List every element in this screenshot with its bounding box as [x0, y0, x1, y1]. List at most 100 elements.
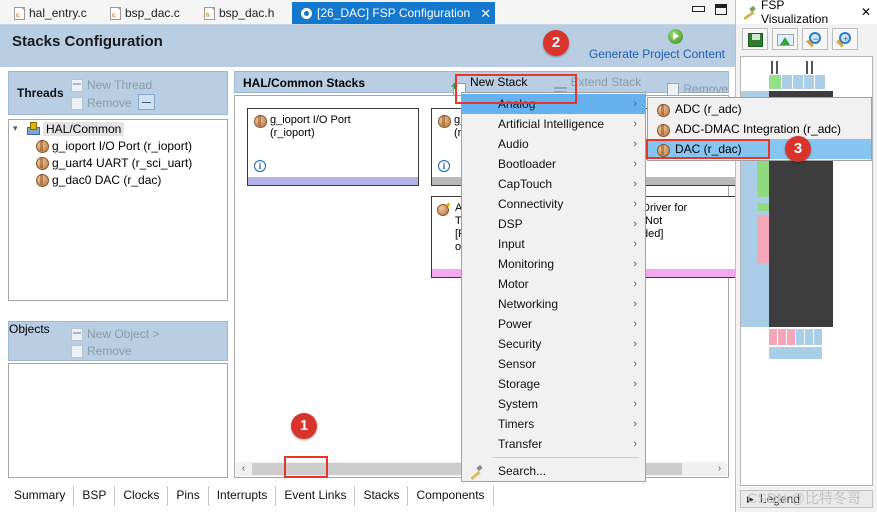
menu-item-dsp[interactable]: DSP › [462, 214, 645, 234]
remove-object-icon [71, 344, 83, 358]
menu-item-analog[interactable]: Analog › [462, 94, 645, 114]
editor-tab-bsp-dac-h[interactable]: h bsp_dac.h [196, 2, 282, 24]
module-icon [656, 123, 670, 137]
menu-item-label: Timers [498, 417, 535, 431]
tab-clocks[interactable]: Clocks [115, 486, 169, 506]
editor-tab-bsp-dac-c[interactable]: c bsp_dac.c [102, 2, 188, 24]
menu-item-connectivity[interactable]: Connectivity › [462, 194, 645, 214]
menu-item-label: Motor [498, 277, 529, 291]
menu-item-label: Bootloader [498, 157, 557, 171]
tab-components[interactable]: Components [408, 486, 494, 506]
generate-project-content-link[interactable]: Generate Project Content [589, 47, 725, 61]
chevron-right-icon: › [633, 378, 637, 390]
info-icon[interactable]: i [254, 160, 266, 172]
tree-item-g-uart4[interactable]: g_uart4 UART (r_sci_uart) [9, 154, 227, 171]
menu-item-label: Search... [498, 464, 547, 478]
editor-tab-hal-entry[interactable]: c hal_entry.c [6, 2, 95, 24]
module-icon [437, 114, 451, 128]
h-file-icon: h [204, 6, 215, 20]
new-thread-icon [71, 78, 83, 92]
chevron-right-icon: › [633, 398, 637, 410]
maximize-icon[interactable] [715, 4, 727, 15]
new-thread-button[interactable]: New Thread [71, 78, 152, 92]
close-icon[interactable]: ✕ [480, 7, 491, 20]
minimize-icon[interactable] [692, 4, 705, 14]
annotation-badge-1: 1 [291, 413, 317, 439]
submenu-item-adc[interactable]: ADC (r_adc) [648, 99, 871, 119]
stacks-title: HAL/Common Stacks [243, 76, 366, 90]
menu-item-bootloader[interactable]: Bootloader › [462, 154, 645, 174]
menu-item-label: Power [498, 317, 533, 331]
tab-summary[interactable]: Summary [6, 486, 75, 506]
chip-bottom-pins [769, 329, 849, 365]
tab-stacks[interactable]: Stacks [355, 486, 409, 506]
menu-item-audio[interactable]: Audio › [462, 134, 645, 154]
menu-separator [492, 457, 639, 458]
editor-tab-bar: c hal_entry.c c bsp_dac.c h bsp_dac.h [2… [0, 0, 735, 24]
analog-submenu[interactable]: ADC (r_adc) ADC-DMAC Integration (r_adc)… [647, 97, 872, 161]
remove-stack-button[interactable]: Remove [667, 82, 728, 96]
submenu-item-adc-dmac[interactable]: ADC-DMAC Integration (r_adc) [648, 119, 871, 139]
info-icon[interactable]: i [438, 160, 450, 172]
objects-list[interactable] [8, 363, 228, 478]
chevron-down-icon[interactable]: ▾ [13, 123, 22, 134]
close-icon[interactable]: ✕ [861, 5, 871, 19]
menu-item-input[interactable]: Input › [462, 234, 645, 254]
tab-bsp[interactable]: BSP [74, 486, 116, 506]
configuration-tab-strip: Summary BSP Clocks Pins Interrupts Event… [6, 486, 729, 506]
export-image-button[interactable] [772, 28, 798, 50]
menu-item-transfer[interactable]: Transfer › [462, 434, 645, 454]
chevron-right-icon: › [633, 278, 637, 290]
menu-item-system[interactable]: System › [462, 394, 645, 414]
zoom-out-button[interactable]: − [802, 28, 828, 50]
visualization-tab-label: FSP Visualization [761, 0, 829, 26]
menu-item-motor[interactable]: Motor › [462, 274, 645, 294]
menu-item-label: Artificial Intelligence [498, 117, 605, 131]
page-title: Stacks Configuration [12, 33, 163, 50]
menu-item-monitoring[interactable]: Monitoring › [462, 254, 645, 274]
objects-panel-header: Objects New Object > Remove [8, 321, 228, 361]
scroll-right-arrow[interactable]: › [712, 462, 727, 476]
editor-tab-fsp-configuration[interactable]: [26_DAC] FSP Configuration ✕ [292, 2, 496, 24]
stacks-panel-header: HAL/Common Stacks New Stack > Extend Sta… [234, 71, 729, 103]
module-icon [656, 103, 670, 117]
chevron-right-icon: › [633, 258, 637, 270]
visualization-tab[interactable]: FSP Visualization ✕ [736, 0, 877, 26]
menu-item-captouch[interactable]: CapTouch › [462, 174, 645, 194]
stack-box-line1: Driver for [642, 202, 688, 214]
menu-item-security[interactable]: Security › [462, 334, 645, 354]
new-object-icon [71, 327, 83, 341]
new-stack-context-menu[interactable]: Analog › Artificial Intelligence › Audio… [461, 92, 646, 482]
stack-box-ioport[interactable]: g_ioport I/O Port (r_ioport) i [247, 108, 419, 186]
tab-event-links[interactable]: Event Links [276, 486, 356, 506]
tree-item-hal-common[interactable]: ▾ HAL/Common [9, 120, 227, 137]
menu-item-storage[interactable]: Storage › [462, 374, 645, 394]
menu-item-label: CapTouch [498, 177, 553, 191]
menu-item-networking[interactable]: Networking › [462, 294, 645, 314]
menu-item-sensor[interactable]: Sensor › [462, 354, 645, 374]
menu-item-artificial-intelligence[interactable]: Artificial Intelligence › [462, 114, 645, 134]
submenu-item-dac[interactable]: DAC (r_dac) [648, 139, 871, 159]
generate-icon [668, 29, 683, 44]
save-image-button[interactable] [742, 28, 768, 50]
remove-thread-button[interactable]: Remove [71, 96, 132, 110]
chevron-right-icon: › [633, 338, 637, 350]
chevron-right-icon: › [633, 358, 637, 370]
new-thread-label: New Thread [87, 78, 153, 92]
tree-item-g-dac0[interactable]: g_dac0 DAC (r_dac) [9, 171, 227, 188]
new-object-button[interactable]: New Object > [71, 327, 159, 341]
menu-item-search[interactable]: Search... [462, 461, 645, 481]
menu-item-timers[interactable]: Timers › [462, 414, 645, 434]
zoom-in-button[interactable]: + [832, 28, 858, 50]
module-icon [35, 173, 49, 187]
tree-item-label: g_dac0 DAC (r_dac) [52, 172, 162, 187]
scroll-left-arrow[interactable]: ‹ [236, 462, 251, 476]
menu-item-power[interactable]: Power › [462, 314, 645, 334]
tab-interrupts[interactable]: Interrupts [209, 486, 277, 506]
threads-tree[interactable]: ▾ HAL/Common g_ioport I/O Port (r_ioport… [8, 119, 228, 301]
remove-object-button[interactable]: Remove [71, 344, 132, 358]
visualization-toolbar: − + [736, 24, 877, 54]
collapse-all-button[interactable] [138, 94, 155, 110]
tab-pins[interactable]: Pins [168, 486, 209, 506]
tree-item-g-ioport[interactable]: g_ioport I/O Port (r_ioport) [9, 137, 227, 154]
